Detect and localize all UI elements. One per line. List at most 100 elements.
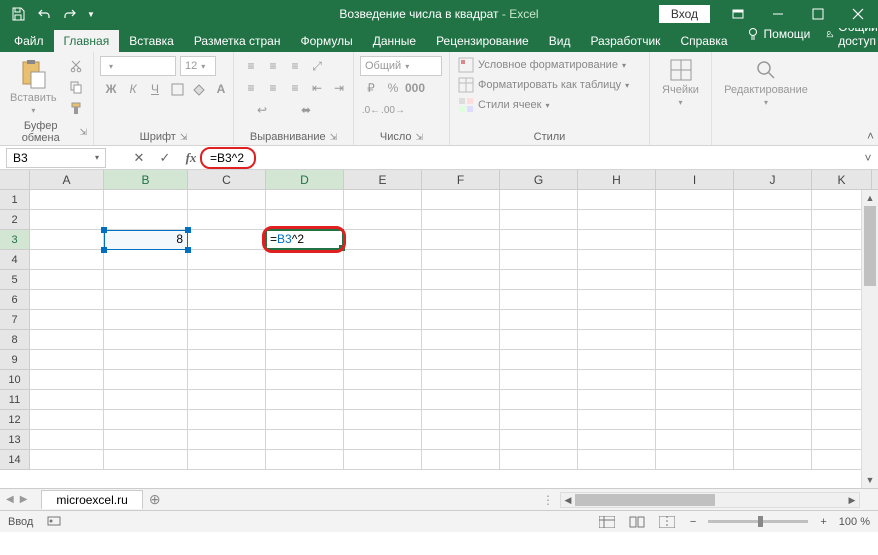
scroll-left-icon[interactable]: ◀ <box>561 493 575 507</box>
cell[interactable] <box>656 390 734 410</box>
paste-button[interactable]: Вставить ▾ <box>6 56 61 117</box>
cell[interactable] <box>500 350 578 370</box>
wrap-text-icon[interactable]: ↩ <box>240 100 284 120</box>
cell[interactable] <box>422 370 500 390</box>
indent-decrease-icon[interactable]: ⇤ <box>306 78 328 98</box>
page-break-icon[interactable] <box>656 513 678 531</box>
cell[interactable] <box>188 430 266 450</box>
cell[interactable] <box>734 190 812 210</box>
cell[interactable] <box>578 230 656 250</box>
redo-icon[interactable] <box>58 2 82 26</box>
currency-icon[interactable]: ₽ <box>360 78 382 98</box>
cell[interactable] <box>30 430 104 450</box>
cell[interactable] <box>500 330 578 350</box>
insert-function-icon[interactable]: fx <box>178 148 204 168</box>
zoom-in-icon[interactable]: + <box>816 516 830 528</box>
name-box[interactable]: B3▾ <box>6 148 106 168</box>
column-header[interactable]: F <box>422 170 500 189</box>
cell[interactable] <box>30 410 104 430</box>
format-table-button[interactable]: Форматировать как таблицу▾ <box>456 76 631 94</box>
cell[interactable] <box>344 190 422 210</box>
cell[interactable] <box>734 350 812 370</box>
cell[interactable] <box>734 250 812 270</box>
row-header[interactable]: 9 <box>0 350 30 370</box>
row-header[interactable]: 2 <box>0 210 30 230</box>
column-header[interactable]: J <box>734 170 812 189</box>
cell[interactable] <box>500 210 578 230</box>
sheet-prev-icon[interactable]: ◀ <box>6 494 14 505</box>
fill-color-button[interactable] <box>188 79 210 99</box>
editing-button[interactable]: Редактирование ▾ <box>720 56 812 109</box>
cell[interactable] <box>30 390 104 410</box>
cell[interactable] <box>104 250 188 270</box>
cell[interactable] <box>104 350 188 370</box>
cell[interactable] <box>422 290 500 310</box>
cell[interactable] <box>734 310 812 330</box>
cell[interactable] <box>344 370 422 390</box>
cell[interactable] <box>500 230 578 250</box>
column-header[interactable]: D <box>266 170 344 189</box>
cell-styles-button[interactable]: Стили ячеек▾ <box>456 96 552 114</box>
cell[interactable] <box>734 290 812 310</box>
cell[interactable] <box>734 370 812 390</box>
scroll-down-icon[interactable]: ▼ <box>862 472 878 488</box>
zoom-level[interactable]: 100 % <box>839 516 870 528</box>
cell[interactable] <box>104 330 188 350</box>
font-color-button[interactable]: A <box>210 79 232 99</box>
cell[interactable] <box>656 310 734 330</box>
tab-вставка[interactable]: Вставка <box>119 30 184 52</box>
tab-формулы[interactable]: Формулы <box>290 30 362 52</box>
align-right-icon[interactable]: ≡ <box>284 78 306 98</box>
column-header[interactable]: A <box>30 170 104 189</box>
horizontal-scrollbar[interactable]: ◀ ▶ <box>560 492 860 508</box>
row-header[interactable]: 3 <box>0 230 30 250</box>
cut-icon[interactable] <box>65 56 87 76</box>
merge-icon[interactable]: ⬌ <box>284 100 328 120</box>
cell[interactable] <box>30 210 104 230</box>
cell[interactable] <box>188 230 266 250</box>
align-middle-icon[interactable]: ≡ <box>262 56 284 76</box>
cell[interactable] <box>500 370 578 390</box>
cell[interactable] <box>104 210 188 230</box>
column-header[interactable]: B <box>104 170 188 189</box>
cell[interactable] <box>266 190 344 210</box>
cell[interactable] <box>734 430 812 450</box>
cells-button[interactable]: Ячейки ▾ <box>658 56 703 109</box>
cancel-formula-icon[interactable]: ✕ <box>126 148 152 168</box>
tab-справка[interactable]: Справка <box>670 30 737 52</box>
align-launcher[interactable]: ⇲ <box>330 132 338 143</box>
cell[interactable] <box>266 350 344 370</box>
cell[interactable] <box>500 250 578 270</box>
cell[interactable] <box>422 190 500 210</box>
cell[interactable] <box>656 430 734 450</box>
column-header[interactable]: K <box>812 170 872 189</box>
cell[interactable] <box>266 270 344 290</box>
bold-button[interactable]: Ж <box>100 79 122 99</box>
clipboard-launcher[interactable]: ⇲ <box>79 127 87 138</box>
save-icon[interactable] <box>6 2 30 26</box>
tab-рецензирование[interactable]: Рецензирование <box>426 30 539 52</box>
italic-button[interactable]: К <box>122 79 144 99</box>
cell[interactable] <box>734 450 812 470</box>
scroll-up-icon[interactable]: ▲ <box>862 190 878 206</box>
cell[interactable] <box>500 290 578 310</box>
cell[interactable] <box>266 330 344 350</box>
signin-button[interactable]: Вход <box>659 5 710 23</box>
column-header[interactable]: C <box>188 170 266 189</box>
maximize-icon[interactable] <box>798 0 838 28</box>
number-format-combo[interactable]: Общий▾ <box>360 56 442 76</box>
cell[interactable] <box>30 290 104 310</box>
page-layout-icon[interactable] <box>626 513 648 531</box>
cell[interactable] <box>188 270 266 290</box>
scroll-thumb[interactable] <box>864 206 876 286</box>
cell[interactable] <box>578 330 656 350</box>
cell[interactable] <box>188 350 266 370</box>
cell[interactable] <box>188 410 266 430</box>
cell[interactable] <box>656 230 734 250</box>
row-header[interactable]: 11 <box>0 390 30 410</box>
cell[interactable] <box>266 250 344 270</box>
percent-icon[interactable]: % <box>382 78 404 98</box>
zoom-out-icon[interactable]: − <box>686 516 700 528</box>
cell[interactable] <box>734 390 812 410</box>
cell[interactable] <box>578 310 656 330</box>
